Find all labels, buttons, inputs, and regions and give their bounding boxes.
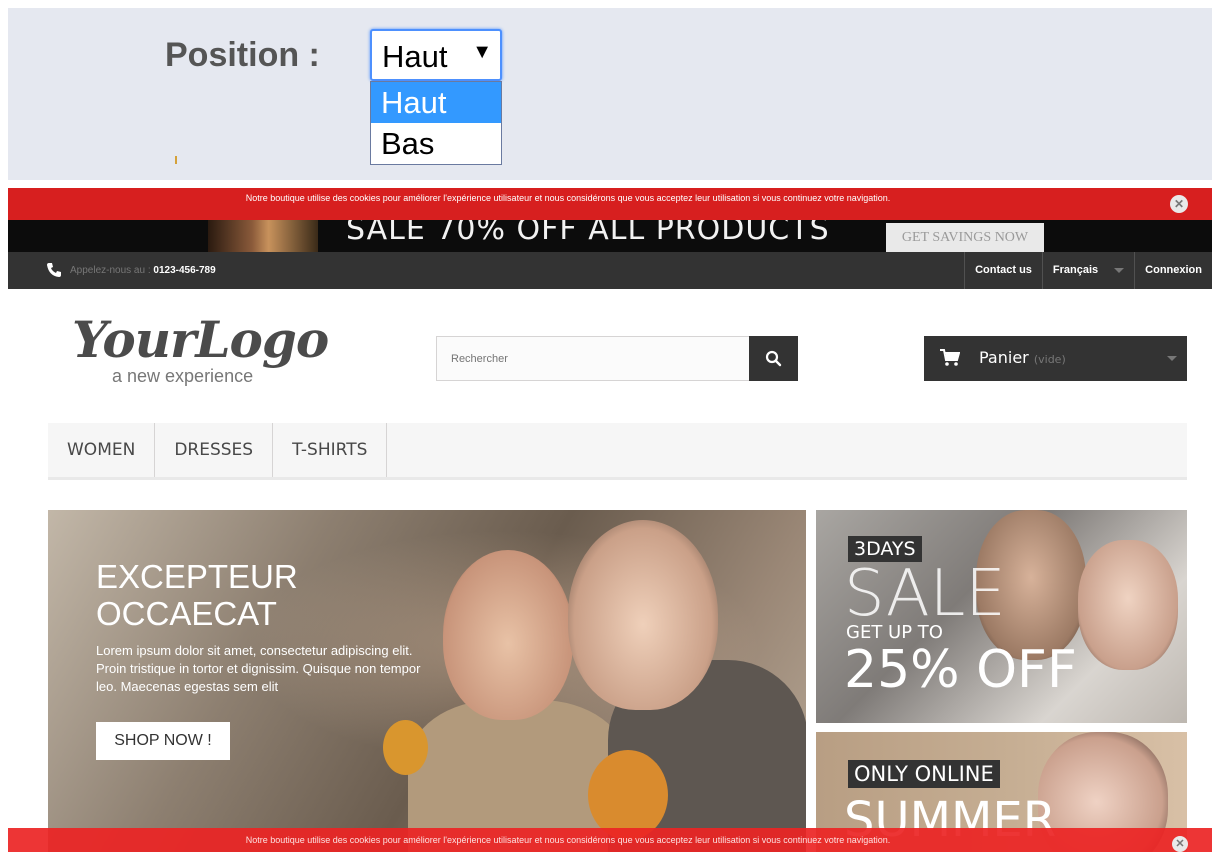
contact-us-link[interactable]: Contact us: [964, 252, 1042, 289]
slider-image-mitten-small: [383, 720, 428, 775]
cart-title: Panier: [979, 348, 1029, 367]
home-slider[interactable]: EXCEPTEUR OCCAECAT Lorem ipsum dolor sit…: [48, 510, 806, 852]
language-selector[interactable]: Français: [1041, 252, 1134, 289]
position-dropdown-list: Haut Bas: [370, 81, 502, 165]
banner-sale-text: SALE: [844, 557, 1006, 631]
slide-description: Lorem ipsum dolor sit amet, consectetur …: [96, 643, 421, 694]
logo[interactable]: YourLogo a new experience: [72, 310, 352, 390]
call-prefix: Appelez-nous au :: [70, 265, 151, 276]
slide-title: EXCEPTEUR OCCAECAT: [96, 558, 396, 632]
search-button[interactable]: [749, 336, 798, 381]
banner-off-text: 25% OFF: [844, 640, 1077, 700]
chevron-down-icon: [1114, 268, 1125, 273]
slide-title-line1: EXCEPTEUR: [96, 558, 298, 595]
slider-image-mitten: [588, 750, 668, 840]
login-link[interactable]: Connexion: [1134, 252, 1212, 289]
call-us-text: Appelez-nous au : 0123-456-789: [70, 265, 216, 276]
dropdown-arrow-icon: ▼: [472, 41, 492, 63]
banner-badge-online: ONLY ONLINE: [848, 760, 1000, 788]
small-mark: [175, 156, 177, 164]
language-label: Français: [1052, 264, 1099, 276]
shop-now-button[interactable]: SHOP NOW !: [96, 722, 230, 760]
shop-page: SALE 70% OFF ALL PRODUCTS GET SAVINGS NO…: [8, 188, 1212, 852]
slide-title-line2: OCCAECAT: [96, 595, 277, 632]
get-savings-button[interactable]: GET SAVINGS NOW: [886, 223, 1044, 252]
main-menu: WOMEN DRESSES T-SHIRTS: [48, 423, 1187, 480]
settings-panel: Position : Haut ▼ Haut Bas: [8, 8, 1212, 180]
menu-item-tshirts[interactable]: T-SHIRTS: [273, 423, 388, 477]
cookie-bar-bottom: Notre boutique utilise des cookies pour …: [8, 828, 1212, 852]
topbar-links: Contact us Français Connexion: [964, 252, 1212, 289]
cookie-notice-text: Notre boutique utilise des cookies pour …: [245, 193, 891, 203]
slider-image-face-left: [443, 550, 573, 720]
sale-banner[interactable]: 3DAYS SALE GET UP TO 25% OFF: [816, 510, 1187, 723]
option-haut[interactable]: Haut: [371, 82, 501, 123]
position-select[interactable]: Haut ▼: [370, 29, 502, 81]
position-label: Position :: [165, 36, 320, 74]
chevron-down-icon: [1167, 356, 1177, 361]
search-bar: [436, 336, 798, 381]
logo-tagline: a new experience: [112, 366, 254, 386]
cart-icon: [940, 349, 960, 366]
menu-item-women[interactable]: WOMEN: [48, 423, 156, 477]
close-icon[interactable]: ✕: [1170, 195, 1188, 213]
option-bas[interactable]: Bas: [371, 123, 501, 164]
banner-image-woman: [1078, 540, 1178, 670]
cart-button[interactable]: Panier (vide): [924, 336, 1187, 381]
cart-label: Panier (vide): [979, 348, 1066, 367]
top-bar: Appelez-nous au : 0123-456-789 Contact u…: [8, 252, 1212, 289]
cart-status: (vide): [1033, 353, 1066, 366]
logo-text: YourLogo: [72, 310, 329, 369]
cookie-bar-top: Notre boutique utilise des cookies pour …: [8, 188, 1212, 220]
menu-item-dresses[interactable]: DRESSES: [155, 423, 274, 477]
position-select-value: Haut: [382, 39, 448, 74]
search-icon: [765, 350, 782, 367]
phone-number: 0123-456-789: [153, 265, 216, 276]
phone-icon: [47, 263, 61, 277]
slider-image-face-right: [568, 520, 718, 710]
cookie-notice-text: Notre boutique utilise des cookies pour …: [245, 835, 891, 845]
close-icon[interactable]: ✕: [1172, 836, 1188, 852]
search-input[interactable]: [437, 337, 749, 380]
